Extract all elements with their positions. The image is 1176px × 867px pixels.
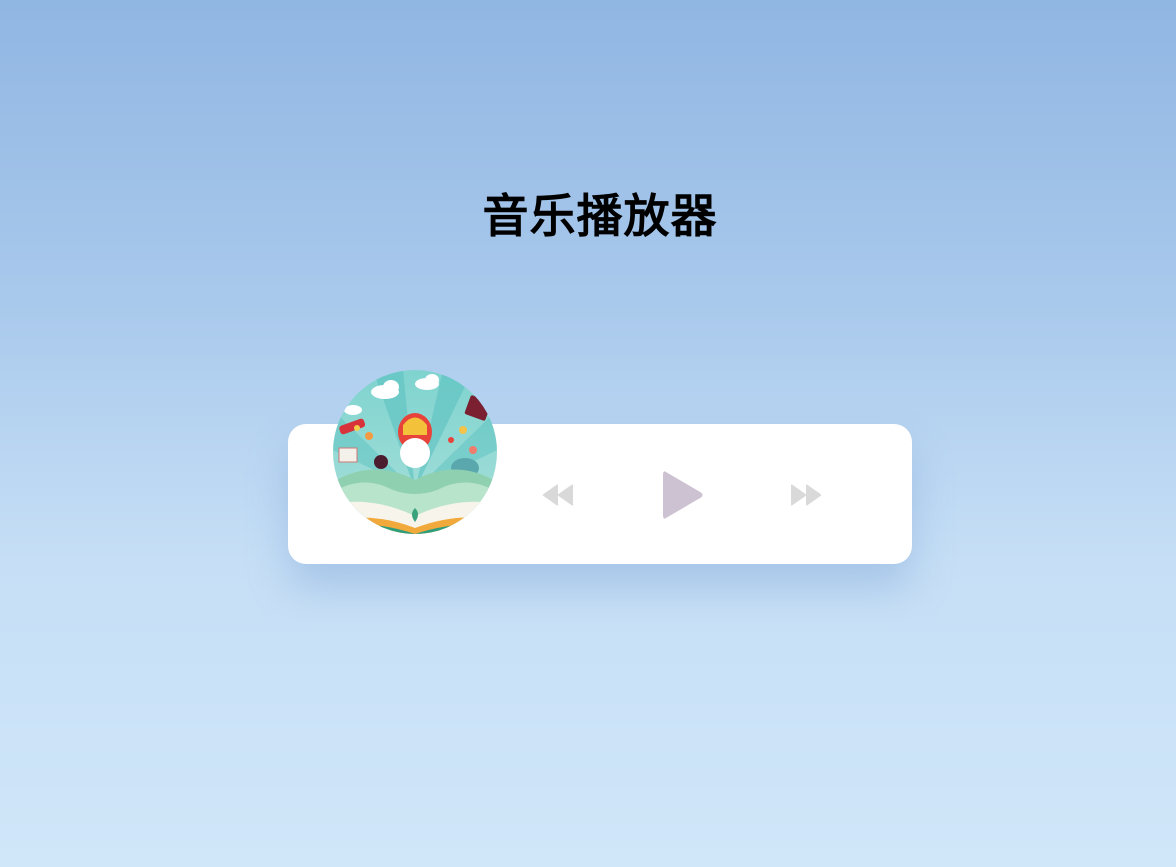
fast-forward-icon [791, 484, 822, 506]
album-cover-disc-icon[interactable] [333, 370, 497, 534]
rewind-icon [542, 484, 573, 506]
play-button[interactable] [662, 471, 704, 519]
page-title: 音乐播放器 [482, 189, 718, 243]
fast-forward-button[interactable] [791, 483, 823, 507]
album-cover-art [333, 370, 497, 534]
play-icon [663, 471, 703, 519]
rewind-button[interactable] [542, 483, 574, 507]
